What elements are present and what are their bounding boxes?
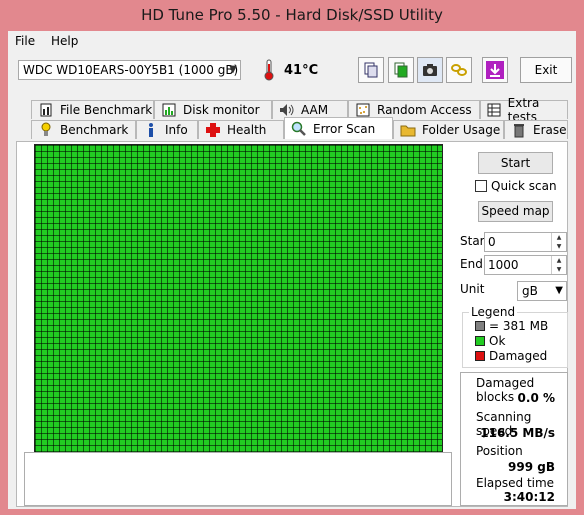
title-bar: HD Tune Pro 5.50 - Hard Disk/SSD Utility (0, 0, 584, 31)
menu-help[interactable]: Help (51, 34, 78, 48)
position-label: Position (476, 444, 523, 458)
legend-swatch-red (475, 351, 485, 361)
exit-button[interactable]: Exit (520, 57, 572, 83)
copy-text-button[interactable] (358, 57, 384, 83)
legend-item-block-size: = 381 MB (475, 319, 548, 333)
download-button[interactable] (482, 57, 508, 83)
unit-select[interactable]: gB ▼ (517, 281, 567, 301)
window-frame-bottom (0, 509, 584, 515)
temperature-value: 41°C (284, 63, 319, 78)
start-range-value: 0 (488, 235, 496, 249)
info-icon (143, 122, 159, 138)
legend-title: Legend (469, 305, 518, 319)
legend-swatch-gray (475, 321, 485, 331)
scanning-speed-value: 116.5 MB/s (480, 426, 555, 440)
tab-error-scan-label: Error Scan (313, 121, 376, 136)
elapsed-time-value: 3:40:12 (503, 490, 555, 504)
tab-benchmark[interactable]: Benchmark (31, 120, 136, 139)
tab-random-access-label: Random Access (377, 103, 472, 117)
screenshot-button[interactable] (417, 57, 443, 83)
extra-tests-icon (487, 102, 502, 118)
speaker-icon (279, 102, 295, 118)
scan-log-box (24, 452, 452, 506)
tab-disk-monitor-label: Disk monitor (183, 103, 260, 117)
scan-stats-box: Damaged blocks 0.0 % Scanning speed 116.… (460, 372, 568, 506)
copy-text-icon (364, 62, 378, 78)
thermometer-icon (262, 59, 276, 81)
start-range-input[interactable]: 0 ▲ ▼ (484, 232, 567, 252)
chain-link-icon (451, 64, 467, 76)
tab-info[interactable]: Info (136, 120, 198, 139)
folder-icon (400, 122, 416, 138)
tab-health[interactable]: Health (198, 120, 284, 139)
end-range-label: End (460, 257, 483, 271)
window-title: HD Tune Pro 5.50 - Hard Disk/SSD Utility (141, 6, 443, 24)
file-benchmark-icon (38, 102, 54, 118)
tab-health-label: Health (227, 123, 267, 137)
damaged-blocks-value: 0.0 % (517, 391, 555, 405)
position-value: 999 gB (508, 460, 555, 474)
tab-erase-label: Erase (533, 123, 567, 137)
magnifier-icon (291, 121, 307, 137)
drive-select[interactable]: WDC WD10EARS-00Y5B1 (1000 gB) ▼ (18, 60, 241, 80)
legend-item-damaged: Damaged (475, 349, 547, 363)
legend-swatch-green (475, 336, 485, 346)
tab-aam-label: AAM (301, 103, 329, 117)
legend-box: Legend = 381 MB Ok Damaged (462, 305, 568, 368)
legend-label: Ok (489, 334, 506, 348)
menu-file[interactable]: File (15, 34, 35, 48)
legend-label: Damaged (489, 349, 548, 363)
chevron-down-icon: ▼ (555, 285, 563, 296)
copy-screenshot-icon (394, 62, 408, 78)
legend-label: = 381 MB (489, 319, 549, 333)
unit-select-value: gB (522, 284, 538, 298)
end-range-value: 1000 (488, 258, 519, 272)
camera-icon (423, 64, 437, 76)
tab-extra-tests[interactable]: Extra tests (480, 96, 568, 124)
trash-icon (511, 122, 527, 138)
tab-benchmark-label: Benchmark (60, 123, 129, 137)
tab-file-benchmark-label: File Benchmark (60, 103, 153, 117)
spin-arrows-icon[interactable]: ▲ ▼ (551, 233, 566, 251)
disk-monitor-icon (161, 102, 177, 118)
tab-info-label: Info (165, 123, 188, 137)
download-arrow-icon (486, 61, 504, 79)
unit-label: Unit (460, 282, 485, 296)
main-window: File Help WDC WD10EARS-00Y5B1 (1000 gB) … (8, 31, 576, 509)
tab-disk-monitor[interactable]: Disk monitor (154, 100, 272, 119)
benchmark-icon (38, 122, 54, 138)
scan-block-map (34, 144, 443, 473)
elapsed-time-label: Elapsed time (476, 476, 555, 490)
start-button[interactable]: Start (478, 152, 553, 174)
speed-map-button[interactable]: Speed map (478, 201, 553, 222)
quick-scan-checkbox[interactable] (475, 180, 487, 192)
copy-screenshot-button[interactable] (388, 57, 414, 83)
health-cross-icon (205, 122, 221, 138)
tab-erase[interactable]: Erase (504, 120, 568, 139)
chevron-down-icon: ▼ (229, 64, 237, 75)
tab-error-scan[interactable]: Error Scan (284, 117, 393, 139)
random-access-icon (355, 102, 371, 118)
spin-arrows-icon[interactable]: ▲ ▼ (551, 256, 566, 274)
tab-folder-usage-label: Folder Usage (422, 123, 501, 137)
drive-select-value: WDC WD10EARS-00Y5B1 (1000 gB) (23, 63, 239, 77)
quick-scan-label: Quick scan (491, 179, 557, 193)
legend-item-ok: Ok (475, 334, 505, 348)
end-range-input[interactable]: 1000 ▲ ▼ (484, 255, 567, 275)
options-button[interactable] (446, 57, 472, 83)
tab-file-benchmark[interactable]: File Benchmark (31, 100, 154, 119)
tab-folder-usage[interactable]: Folder Usage (393, 120, 504, 139)
menu-bar: File Help (8, 31, 576, 51)
